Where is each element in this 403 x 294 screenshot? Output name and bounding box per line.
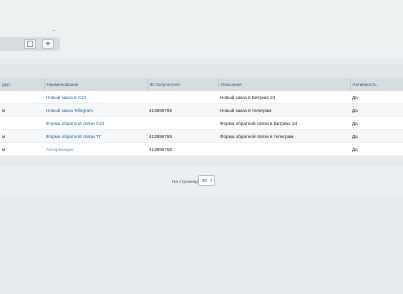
table-row[interactable]: Форма обратной связи С24 Форма обратной … bbox=[0, 116, 403, 130]
cell-description: Форма обратной связи в телеграм bbox=[218, 129, 350, 143]
cell-active: Да bbox=[350, 116, 403, 130]
table-header-row: дер Наименование ID получателя Описание … bbox=[0, 78, 403, 91]
per-page-label: На странице: bbox=[172, 179, 201, 184]
cell-description bbox=[218, 142, 350, 156]
cell-recipient-id: 413896765 bbox=[147, 129, 218, 143]
minimize-dash[interactable]: – bbox=[52, 28, 55, 34]
cell-provider bbox=[0, 91, 44, 104]
cell-name-link[interactable]: Авторизация bbox=[44, 142, 147, 156]
cell-name-link[interactable]: Новый заказ Telegram bbox=[44, 103, 147, 117]
column-header-provider[interactable]: дер bbox=[0, 78, 45, 91]
cell-name-link[interactable]: Новый заказ в С24 bbox=[44, 91, 147, 104]
per-page-value: 20 bbox=[202, 178, 208, 183]
cell-provider: м bbox=[0, 103, 44, 117]
cell-active: Да bbox=[350, 129, 403, 143]
cell-provider: м bbox=[0, 129, 44, 143]
cell-recipient-id: 413896765 bbox=[147, 103, 218, 117]
column-header-description[interactable]: Описание bbox=[218, 78, 351, 91]
cell-active: Да bbox=[350, 91, 403, 104]
cell-description: Форма обратной связи в Битрикс 24 bbox=[218, 116, 350, 130]
toolbar-area bbox=[0, 0, 403, 58]
table-row[interactable]: Новый заказ в С24 Новый заказ в Битрикс … bbox=[0, 91, 403, 104]
per-page-select[interactable]: 20 ⇕ bbox=[198, 175, 215, 186]
select-arrows-icon: ⇕ bbox=[209, 178, 213, 183]
cell-description: Новый заказ в телеграм bbox=[218, 103, 350, 117]
table-row[interactable]: м Новый заказ Telegram 413896765 Новый з… bbox=[0, 103, 403, 117]
cell-provider bbox=[0, 116, 44, 130]
column-header-active[interactable]: Активность bbox=[350, 78, 403, 91]
cell-active: Да bbox=[350, 103, 403, 117]
cell-active: Да bbox=[350, 142, 403, 156]
cell-recipient-id: 413896765 bbox=[147, 142, 218, 156]
column-header-name[interactable]: Наименование bbox=[44, 78, 148, 91]
table-row[interactable]: м Форма обратной связи ТГ 413896765 Форм… bbox=[0, 129, 403, 143]
cell-name-link[interactable]: Форма обратной связи С24 bbox=[44, 116, 147, 130]
column-header-recipient-id[interactable]: ID получателя bbox=[147, 78, 219, 91]
cell-description: Новый заказ в Битрикс 24 bbox=[218, 91, 350, 104]
add-button[interactable]: + bbox=[42, 39, 54, 49]
cell-recipient-id bbox=[147, 116, 218, 130]
cell-recipient-id bbox=[147, 91, 218, 104]
table-row[interactable]: м Авторизация 413896765 Да bbox=[0, 142, 403, 156]
settings-button[interactable]: ▢ bbox=[24, 39, 36, 49]
cell-provider: м bbox=[0, 142, 44, 156]
table-top-band bbox=[0, 64, 403, 78]
cell-name-link[interactable]: Форма обратной связи ТГ bbox=[44, 129, 147, 143]
data-table: дер Наименование ID получателя Описание … bbox=[0, 78, 403, 156]
